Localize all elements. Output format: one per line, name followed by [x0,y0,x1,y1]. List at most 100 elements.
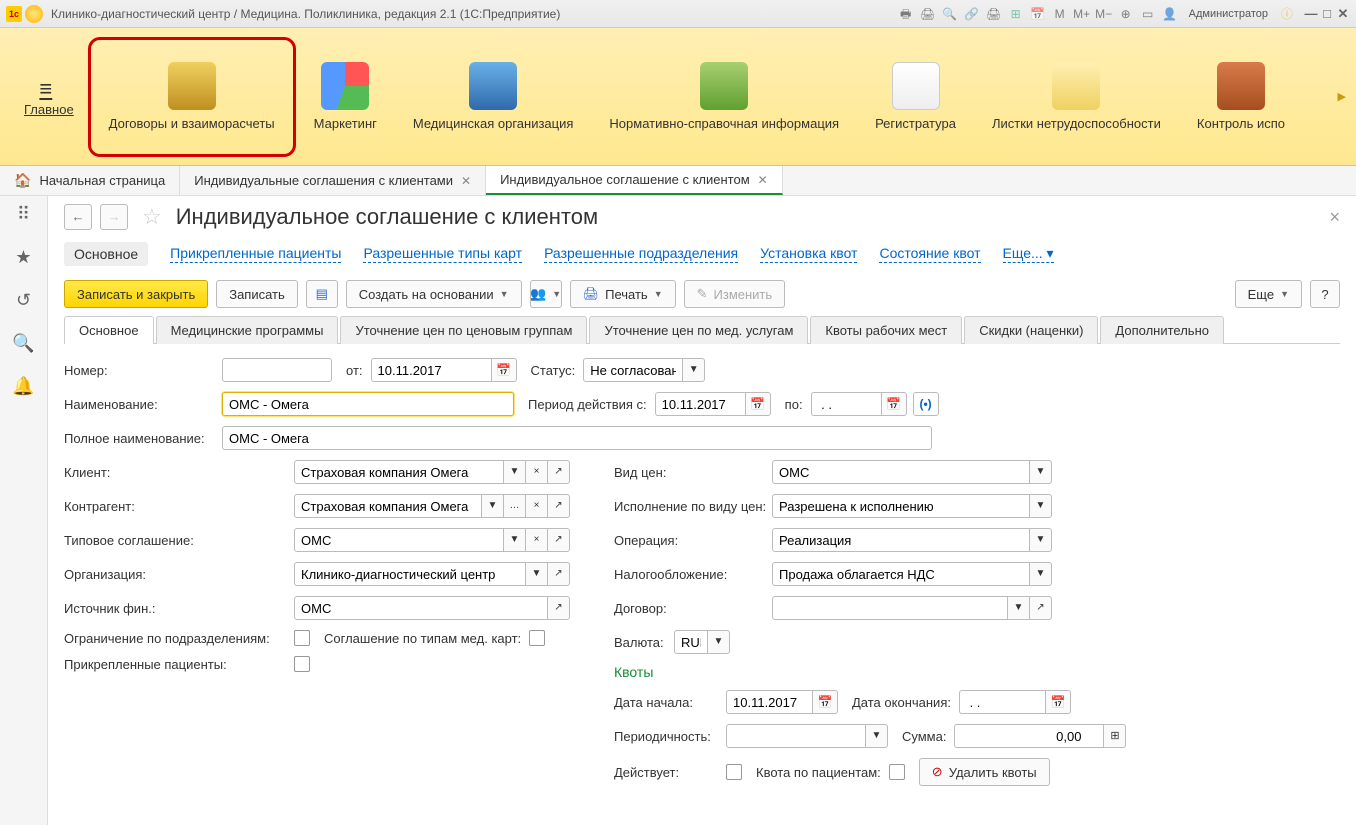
itab-medprog[interactable]: Медицинские программы [156,316,339,344]
exec-field[interactable] [772,494,1030,518]
calendar-button[interactable]: 📅 [881,392,907,416]
section-quota-state[interactable]: Состояние квот [879,245,980,263]
fullname-field[interactable] [222,426,932,450]
nav-scroll-right[interactable]: ▶ [1338,90,1346,103]
dropdown-button[interactable]: ▼ [1030,528,1052,552]
tab-home[interactable]: 🏠 Начальная страница [0,166,180,195]
itab-price-services[interactable]: Уточнение цен по мед. услугам [589,316,808,344]
panel-icon[interactable]: ▭ [1139,5,1157,23]
open-button[interactable]: ↗ [548,596,570,620]
period-special-button[interactable]: (•) [913,392,939,416]
sum-field[interactable] [954,724,1104,748]
write-button[interactable]: Записать [216,280,298,308]
user-name[interactable]: Администратор [1189,8,1268,20]
clear-button[interactable]: × [526,528,548,552]
nav-control[interactable]: Контроль испо [1179,37,1303,157]
edit-button[interactable]: ✎Изменить [684,280,786,308]
tab-close-icon[interactable]: ✕ [758,173,768,187]
nav-reg[interactable]: Регистратура [857,37,974,157]
help-button[interactable]: ? [1310,280,1340,308]
status-field[interactable] [583,358,683,382]
calendar-button[interactable]: 📅 [491,358,517,382]
dropdown-button[interactable]: ▼ [1030,494,1052,518]
section-cardtypes[interactable]: Разрешенные типы карт [363,245,522,263]
calc-icon[interactable]: ⊞ [1007,5,1025,23]
create-based-button[interactable]: Создать на основании▼ [346,280,522,308]
back-button[interactable]: ← [64,204,92,230]
itab-quotas[interactable]: Квоты рабочих мест [810,316,962,344]
tool-icon[interactable]: 🖨 [985,5,1003,23]
more-button[interactable]: Еще▼ [1235,280,1302,308]
open-button[interactable]: ↗ [548,460,570,484]
nav-marketing[interactable]: Маркетинг [296,37,395,157]
attached-checkbox[interactable] [294,656,310,672]
history-icon[interactable]: ↺ [16,290,31,311]
tool-icon[interactable]: 🔗 [963,5,981,23]
client-field[interactable] [294,460,504,484]
itab-discounts[interactable]: Скидки (наценки) [964,316,1098,344]
name-field[interactable] [222,392,514,416]
list-button[interactable]: ▤ [306,280,338,308]
org-field[interactable] [294,562,526,586]
nav-medorg[interactable]: Медицинская организация [395,37,592,157]
pricetype-field[interactable] [772,460,1030,484]
tab-close-icon[interactable]: ✕ [461,174,471,188]
dropdown-button[interactable]: ▼ [482,494,504,518]
print-button[interactable]: 🖨Печать▼ [570,280,676,308]
minimize-button[interactable]: — [1304,6,1318,22]
section-main[interactable]: Основное [64,242,148,266]
deptlimit-checkbox[interactable] [294,630,310,646]
quota-end-field[interactable] [959,690,1045,714]
tab-agreement[interactable]: Индивидуальное соглашение с клиентом ✕ [486,166,783,195]
open-button[interactable]: ↗ [1030,596,1052,620]
dropdown-button[interactable]: ▼ [504,528,526,552]
forward-button[interactable]: → [100,204,128,230]
section-patients[interactable]: Прикрепленные пациенты [170,245,341,263]
close-button[interactable]: ✕ [1336,6,1350,22]
users-button[interactable]: 👥▼ [530,280,562,308]
quota-start-field[interactable] [726,690,812,714]
currency-field[interactable] [674,630,708,654]
calendar-button[interactable]: 📅 [1045,690,1071,714]
finsource-field[interactable] [294,596,548,620]
select-button[interactable]: … [504,494,526,518]
info-icon[interactable]: ⓘ [1278,5,1296,23]
typeagree-field[interactable] [294,528,504,552]
m-minus-icon[interactable]: M− [1095,5,1113,23]
maximize-button[interactable]: □ [1320,6,1334,22]
dropdown-button[interactable]: ▼ [526,562,548,586]
star-icon[interactable]: ★ [15,247,31,268]
from-date-field[interactable] [371,358,491,382]
calendar-button[interactable]: 📅 [812,690,838,714]
zoom-icon[interactable]: ⊕ [1117,5,1135,23]
search-icon[interactable]: 🔍 [12,333,34,354]
dropdown-button[interactable]: ▼ [683,358,705,382]
section-depts[interactable]: Разрешенные подразделения [544,245,738,263]
nav-main[interactable]: ≡ Главное [10,37,88,157]
open-button[interactable]: ↗ [548,528,570,552]
number-field[interactable] [222,358,332,382]
section-quota-set[interactable]: Установка квот [760,245,857,263]
tool-icon[interactable]: 🖨 [919,5,937,23]
itab-additional[interactable]: Дополнительно [1100,316,1224,344]
m-icon[interactable]: M [1051,5,1069,23]
nav-nsi[interactable]: Нормативно-справочная информация [591,37,857,157]
dropdown-button[interactable]: ▼ [1008,596,1030,620]
tab-agreements-list[interactable]: Индивидуальные соглашения с клиентами ✕ [180,166,486,195]
period-from-field[interactable] [655,392,745,416]
period-to-field[interactable] [811,392,881,416]
clear-button[interactable]: × [526,460,548,484]
tool-icon[interactable]: 🔍 [941,5,959,23]
nav-contracts[interactable]: Договоры и взаиморасчеты [88,37,296,157]
tool-icon[interactable]: 🖶 [897,5,915,23]
m-plus-icon[interactable]: M+ [1073,5,1091,23]
bell-icon[interactable]: 🔔 [12,376,34,397]
active-checkbox[interactable] [726,764,742,780]
favorite-icon[interactable]: ☆ [142,204,162,230]
itab-main[interactable]: Основное [64,316,154,344]
nav-sick[interactable]: Листки нетрудоспособности [974,37,1179,157]
app-circle-icon[interactable] [25,5,43,23]
open-button[interactable]: ↗ [548,494,570,518]
section-more[interactable]: Еще... ▾ [1003,245,1054,263]
calendar-icon[interactable]: 📅 [1029,5,1047,23]
